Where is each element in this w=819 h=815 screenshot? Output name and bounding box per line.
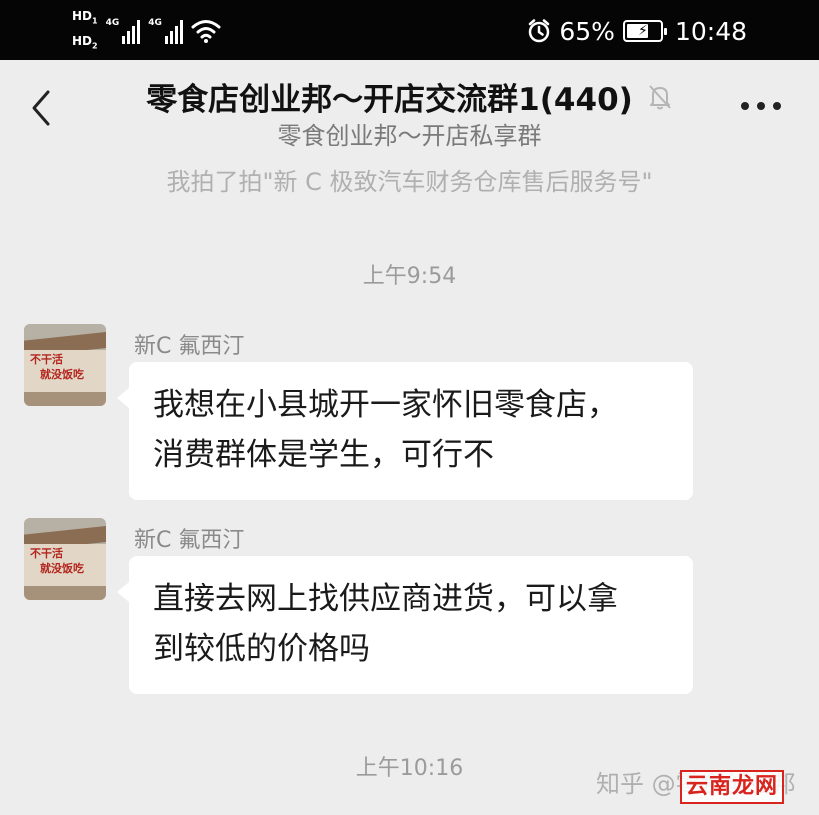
chat-subtitle: 零食创业邦～开店私享群 [277, 122, 542, 150]
pat-notice: 我拍了拍"新 C 极致汽车财务仓库售后服务号" [166, 168, 653, 196]
signal-icon-sim2: 4G [148, 18, 183, 44]
alarm-icon [529, 19, 550, 43]
status-bar: HD1 HD2 4G 4G 65% ⚡ 10:48 [0, 0, 819, 60]
timestamp: 上午9:54 [362, 264, 457, 289]
avatar-sign-text: 不干活 就没饭吃 [30, 353, 84, 381]
message-text-line: 到较低的价格吗 [153, 631, 370, 667]
muted-bell-icon [649, 84, 671, 109]
message-text-line: 消费群体是学生，可行不 [153, 437, 494, 473]
chat-title[interactable]: 零食店创业邦～开店交流群1(440) [146, 74, 633, 119]
message-text-line: 直接去网上找供应商进货，可以拿 [153, 581, 618, 617]
avatar[interactable]: 不干活 就没饭吃 [24, 518, 106, 600]
site-stamp: 云南龙网 [680, 770, 784, 804]
hd-indicators: HD1 HD2 [72, 9, 98, 53]
more-options-icon[interactable] [741, 102, 781, 110]
message-bubble[interactable]: 我想在小县城开一家怀旧零食店， 消费群体是学生，可行不 [117, 362, 693, 500]
avatar-sign-text: 不干活 就没饭吃 [30, 547, 84, 575]
title-row: 零食店创业邦～开店交流群1(440) [0, 74, 819, 119]
battery-percent: 65% [559, 16, 615, 46]
sender-name: 新C 氟西汀 [134, 334, 245, 359]
status-right: 65% ⚡ 10:48 [527, 12, 747, 50]
chat-header: 零食店创业邦～开店交流群1(440) 零食创业邦～开店私享群 我拍了拍"新 C … [0, 60, 819, 200]
status-left: HD1 HD2 4G 4G [72, 8, 221, 54]
signal-icon-sim1: 4G [106, 18, 141, 44]
message-text-line: 我想在小县城开一家怀旧零食店， [153, 387, 618, 423]
chat-screen: HD1 HD2 4G 4G 65% ⚡ 10:48 零食店创业邦～开店交流群1(… [0, 0, 819, 815]
wifi-icon [191, 20, 221, 43]
clock: 10:48 [674, 16, 747, 46]
hd-badge-2: HD2 [72, 33, 98, 50]
hd-badge-1: HD1 [72, 9, 98, 26]
sender-name: 新C 氟西汀 [134, 528, 245, 553]
avatar[interactable]: 不干活 就没饭吃 [24, 324, 106, 406]
battery-icon: ⚡ [622, 20, 667, 42]
message-bubble[interactable]: 直接去网上找供应商进货，可以拿 到较低的价格吗 [117, 556, 693, 694]
